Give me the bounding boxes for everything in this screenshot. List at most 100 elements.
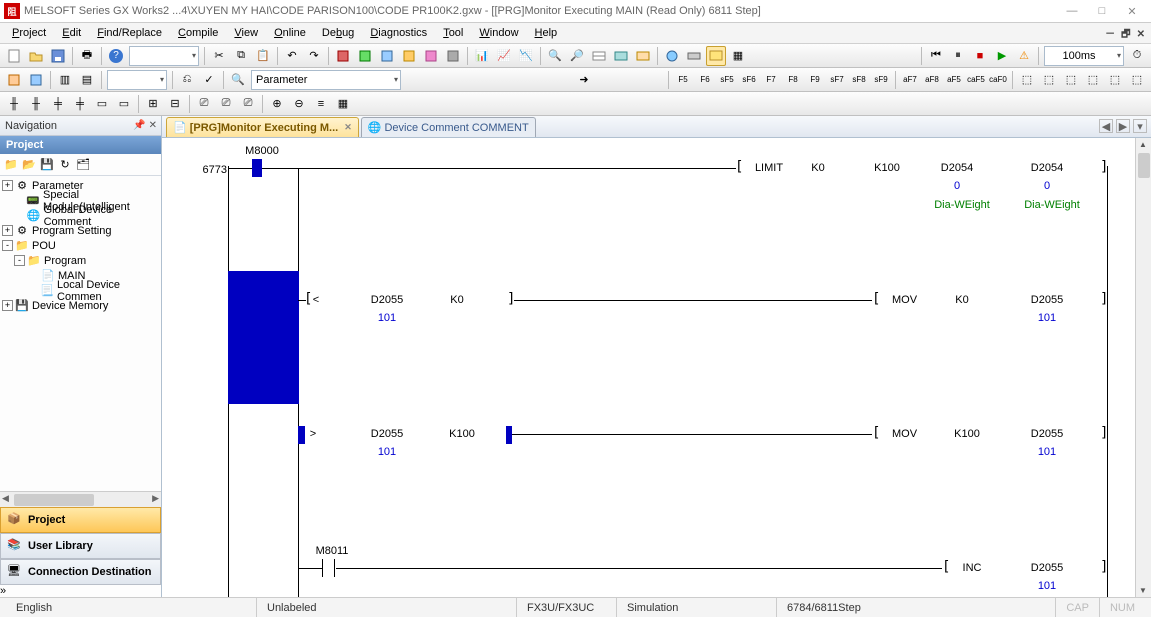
tb-stop[interactable]: ■ bbox=[970, 46, 990, 66]
help-button[interactable]: ? bbox=[106, 46, 126, 66]
project-tree[interactable]: +⚙Parameter📟Special Module(Intelligent🌐G… bbox=[0, 176, 161, 491]
tb2-s17[interactable]: ⬚ bbox=[1039, 70, 1059, 90]
tree-program[interactable]: -📁Program bbox=[0, 253, 161, 268]
tb2-s7[interactable]: F9 bbox=[805, 70, 825, 90]
tree-global-device-comment[interactable]: 🌐Global Device Comment bbox=[0, 208, 161, 223]
tree-pou[interactable]: -📁POU bbox=[0, 238, 161, 253]
tb-o[interactable] bbox=[662, 46, 682, 66]
tab-device-comment-comment[interactable]: 🌐Device Comment COMMENT bbox=[361, 117, 536, 137]
tb2-f[interactable]: ✓ bbox=[199, 70, 219, 90]
print-button[interactable]: 🖶 bbox=[77, 46, 97, 66]
tb2-d[interactable]: ▤ bbox=[77, 70, 97, 90]
tb3-c[interactable]: ╪ bbox=[48, 94, 68, 114]
open-button[interactable] bbox=[26, 46, 46, 66]
navmini-2[interactable]: 📂 bbox=[21, 157, 37, 173]
tab-menu[interactable]: ▾ bbox=[1133, 119, 1147, 133]
tb-j[interactable]: 🔍 bbox=[545, 46, 565, 66]
paste-button[interactable]: 📋 bbox=[253, 46, 273, 66]
tb-n[interactable] bbox=[633, 46, 653, 66]
tb2-e[interactable]: ⎌ bbox=[177, 70, 197, 90]
tb2-s19[interactable]: ⬚ bbox=[1083, 70, 1103, 90]
tb2-s4[interactable]: sF6 bbox=[739, 70, 759, 90]
tb2-a[interactable] bbox=[4, 70, 24, 90]
navcat-user-library[interactable]: 📚User Library bbox=[0, 533, 161, 559]
tb2-s13[interactable]: aF5 bbox=[944, 70, 964, 90]
tb-play[interactable]: ▶ bbox=[992, 46, 1012, 66]
tb-timeset[interactable]: ⏱ bbox=[1127, 46, 1147, 66]
new-button[interactable] bbox=[4, 46, 24, 66]
tb2-s18[interactable]: ⬚ bbox=[1061, 70, 1081, 90]
menu-help[interactable]: Help bbox=[527, 25, 566, 41]
tb3-e[interactable]: ▭ bbox=[92, 94, 112, 114]
close-button[interactable]: ✕ bbox=[1117, 1, 1147, 21]
tb-f[interactable] bbox=[443, 46, 463, 66]
tb3-l[interactable]: ⊕ bbox=[267, 94, 287, 114]
navcat-project[interactable]: 📦Project bbox=[0, 507, 161, 533]
menu-compile[interactable]: Compile bbox=[170, 25, 226, 41]
vertical-scrollbar[interactable] bbox=[1135, 138, 1151, 597]
tb2-s14[interactable]: caF5 bbox=[966, 70, 986, 90]
tb-l[interactable] bbox=[589, 46, 609, 66]
tb-rewind[interactable]: ⏮ bbox=[926, 46, 946, 66]
timing-dropdown[interactable]: 100ms bbox=[1044, 46, 1124, 66]
tb2-s15[interactable]: caF0 bbox=[988, 70, 1008, 90]
tb-a[interactable] bbox=[333, 46, 353, 66]
tb3-b[interactable]: ╫ bbox=[26, 94, 46, 114]
menu-diagnostics[interactable]: Diagnostics bbox=[362, 25, 435, 41]
undo-button[interactable]: ↶ bbox=[282, 46, 302, 66]
menu-debug[interactable]: Debug bbox=[314, 25, 362, 41]
redo-button[interactable]: ↷ bbox=[304, 46, 324, 66]
menu-online[interactable]: Online bbox=[266, 25, 314, 41]
mdi-close[interactable]: ✕ bbox=[1137, 29, 1145, 40]
tb2-s10[interactable]: sF9 bbox=[871, 70, 891, 90]
ladder-view[interactable]: 6773 M8000 [ LIMIT K0 K100 D2054 0 Dia-W… bbox=[162, 138, 1151, 597]
mdi-restore[interactable]: 🗗 bbox=[1121, 29, 1130, 40]
tb2-s9[interactable]: sF8 bbox=[849, 70, 869, 90]
tb2-find[interactable]: 🔍 bbox=[228, 70, 248, 90]
tb3-d[interactable]: ╪ bbox=[70, 94, 90, 114]
tb-monitor[interactable] bbox=[706, 46, 726, 66]
menu-tool[interactable]: Tool bbox=[435, 25, 471, 41]
tb-k[interactable]: 🔎 bbox=[567, 46, 587, 66]
tb-d[interactable] bbox=[399, 46, 419, 66]
tb3-o[interactable]: ▦ bbox=[333, 94, 353, 114]
menu-window[interactable]: Window bbox=[471, 25, 526, 41]
tb3-h[interactable]: ⊟ bbox=[165, 94, 185, 114]
tb2-s8[interactable]: sF7 bbox=[827, 70, 847, 90]
tb3-i[interactable]: ⎚ bbox=[194, 94, 214, 114]
tb2-s20[interactable]: ⬚ bbox=[1105, 70, 1125, 90]
tb3-j[interactable]: ⎚ bbox=[216, 94, 236, 114]
tb-b[interactable] bbox=[355, 46, 375, 66]
tb-i[interactable]: 📉 bbox=[516, 46, 536, 66]
navmini-3[interactable]: 💾 bbox=[39, 157, 55, 173]
cut-button[interactable]: ✂ bbox=[209, 46, 229, 66]
copy-button[interactable]: ⧉ bbox=[231, 46, 251, 66]
tb-g[interactable]: 📊 bbox=[472, 46, 492, 66]
menu-edit[interactable]: Edit bbox=[54, 25, 89, 41]
tb2-drop1[interactable] bbox=[107, 70, 167, 90]
tb-m[interactable] bbox=[611, 46, 631, 66]
tb2-s21[interactable]: ⬚ bbox=[1127, 70, 1147, 90]
navmini-4[interactable]: ↻ bbox=[57, 157, 73, 173]
tb3-a[interactable]: ╫ bbox=[4, 94, 24, 114]
tb-e[interactable] bbox=[421, 46, 441, 66]
tb2-c[interactable]: ▥ bbox=[55, 70, 75, 90]
tb3-n[interactable]: ≡ bbox=[311, 94, 331, 114]
zoom-dropdown[interactable] bbox=[129, 46, 199, 66]
tb3-m[interactable]: ⊖ bbox=[289, 94, 309, 114]
param-dropdown[interactable]: Parameter bbox=[251, 70, 401, 90]
navmini-5[interactable]: 🗂 bbox=[75, 157, 91, 173]
tb-warn[interactable]: ⚠ bbox=[1014, 46, 1034, 66]
menu-view[interactable]: View bbox=[226, 25, 266, 41]
tb2-s6[interactable]: F8 bbox=[783, 70, 803, 90]
mdi-minimize[interactable]: － bbox=[1105, 29, 1115, 40]
tb3-f[interactable]: ▭ bbox=[114, 94, 134, 114]
tree-local-device-commen[interactable]: 📃Local Device Commen bbox=[0, 283, 161, 298]
tb2-s5[interactable]: F7 bbox=[761, 70, 781, 90]
tb2-s2[interactable]: F6 bbox=[695, 70, 715, 90]
menu-project[interactable]: Project bbox=[4, 25, 54, 41]
navigation-grip[interactable]: » bbox=[0, 585, 161, 597]
tb-q[interactable]: ▦ bbox=[728, 46, 748, 66]
save-button[interactable] bbox=[48, 46, 68, 66]
maximize-button[interactable]: □ bbox=[1087, 1, 1117, 21]
